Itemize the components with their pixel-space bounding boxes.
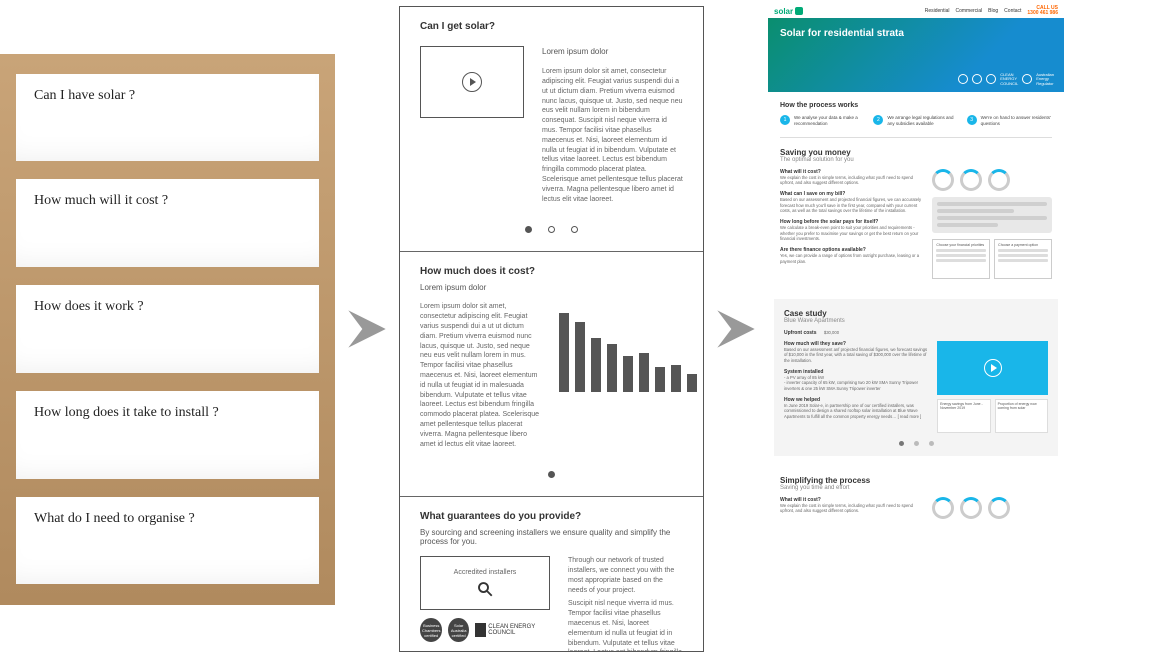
step-number: 3: [967, 115, 977, 125]
dial-icon: [988, 169, 1010, 191]
wireframe-section-cost: How much does it cost? Lorem ipsum dolor…: [400, 252, 703, 497]
carousel-dot[interactable]: [525, 226, 532, 233]
section-subtitle: Saving you time and effort: [780, 485, 1052, 491]
site-header: solar Residential Commercial Blog Contac…: [768, 4, 1064, 18]
section-body: Through our network of trusted installer…: [568, 556, 683, 652]
badge-icon: [1022, 74, 1032, 84]
website-mockup: solar Residential Commercial Blog Contac…: [768, 4, 1064, 654]
play-icon[interactable]: [462, 72, 482, 92]
arrow-right-icon: [335, 301, 399, 357]
dial-icon: [932, 169, 954, 191]
carousel-dots[interactable]: [420, 471, 683, 478]
badge-icon: [986, 74, 996, 84]
hero: Solar for residential strata CLEANENERGY…: [768, 18, 1064, 92]
nav-link[interactable]: Blog: [988, 8, 998, 14]
carousel-dot[interactable]: [571, 226, 578, 233]
badge-icon: [972, 74, 982, 84]
cert-badge: Solar Australia certified: [448, 618, 468, 642]
carousel-dot[interactable]: [548, 226, 555, 233]
carousel-dots[interactable]: [784, 441, 1048, 446]
section-title: Simplifying the process: [780, 476, 1052, 485]
section-title: Saving you money: [780, 148, 1052, 157]
dial-icon: [960, 497, 982, 519]
index-card: Can I have solar ?: [16, 74, 319, 162]
carousel-dot[interactable]: [548, 471, 555, 478]
option-panel[interactable]: Choose a payment option: [994, 239, 1052, 279]
section-subtitle: Lorem ipsum dolor: [542, 46, 683, 57]
carousel-dots[interactable]: [420, 226, 683, 233]
section-title: Case study: [784, 309, 1048, 318]
search-icon: [476, 580, 494, 598]
carousel-dot[interactable]: [914, 441, 919, 446]
video-placeholder[interactable]: [937, 341, 1048, 395]
section-subtitle: Blue Wave Apartments: [784, 318, 1048, 324]
index-cards-photo: Can I have solar ? How much will it cost…: [0, 54, 335, 605]
carousel-dot[interactable]: [899, 441, 904, 446]
section-title: How the process works: [780, 102, 1052, 109]
section-body: Lorem ipsum dolor Lorem ipsum dolor sit …: [542, 46, 683, 208]
index-card: How long does it take to install ?: [16, 391, 319, 479]
logo[interactable]: solar: [774, 7, 803, 16]
mini-chart: Energy savings from June - November 2019: [937, 399, 990, 433]
badge-text: CLEANENERGYCOUNCIL: [1000, 73, 1018, 86]
section-title: What guarantees do you provide?: [420, 511, 683, 522]
case-study-section: Case study Blue Wave Apartments Upfront …: [774, 299, 1058, 456]
hero-badges: CLEANENERGYCOUNCIL AustralianEnergyRegul…: [958, 73, 1054, 86]
carousel-dot[interactable]: [929, 441, 934, 446]
index-card: What do I need to organise ?: [16, 497, 319, 585]
nav-link[interactable]: Contact: [1004, 8, 1021, 14]
simplify-section: Simplifying the process Saving you time …: [768, 466, 1064, 535]
option-panel[interactable]: Choose your financial priorities: [932, 239, 990, 279]
nav-link[interactable]: Commercial: [955, 8, 982, 14]
hero-title: Solar for residential strata: [780, 28, 1052, 39]
process-step: 2We arrange legal regulations and any su…: [873, 115, 958, 127]
section-body: Lorem ipsum dolor sit amet, consectetur …: [420, 302, 541, 453]
wireframe-mockup: Can I get solar? Lorem ipsum dolor Lorem…: [399, 6, 704, 652]
process-step: 1We analyse your data & make a recommend…: [780, 115, 865, 127]
index-card: How does it work ?: [16, 285, 319, 373]
cert-badge: Business Chambers certified: [420, 618, 442, 642]
top-nav: Residential Commercial Blog Contact CALL…: [925, 6, 1058, 17]
process-section: How the process works 1We analyse your d…: [768, 92, 1064, 137]
badge-icon: [958, 74, 968, 84]
dial-icon: [932, 497, 954, 519]
section-subtitle: Lorem ipsum dolor: [420, 283, 683, 292]
dial-icon: [960, 169, 982, 191]
saving-section: Saving you money The optimal solution fo…: [768, 138, 1064, 289]
accredited-installers-badge: Accredited installers: [420, 556, 550, 610]
index-card: How much will it cost ?: [16, 179, 319, 267]
mini-chart: Proportion of energy now coming from sol…: [995, 399, 1048, 433]
video-placeholder[interactable]: [420, 46, 524, 118]
step-number: 2: [873, 115, 883, 125]
dial-icon: [988, 497, 1010, 519]
bar-chart: [559, 302, 697, 392]
step-number: 1: [780, 115, 790, 125]
section-lead: By sourcing and screening installers we …: [420, 528, 683, 546]
cert-logo: CLEAN ENERGY COUNCIL: [475, 623, 550, 637]
arrow-right-icon: [704, 301, 768, 357]
nav-link[interactable]: Residential: [925, 8, 950, 14]
wireframe-section-can-i-get-solar: Can I get solar? Lorem ipsum dolor Lorem…: [400, 7, 703, 252]
badge-text: AustralianEnergyRegulator: [1036, 73, 1054, 86]
saving-illustration: Choose your financial priorities Choose …: [932, 169, 1052, 279]
play-icon[interactable]: [984, 359, 1002, 377]
wireframe-section-guarantees: What guarantees do you provide? By sourc…: [400, 497, 703, 652]
call-us[interactable]: CALL US1300 461 986: [1027, 6, 1058, 17]
section-title: Can I get solar?: [420, 21, 683, 32]
section-title: How much does it cost?: [420, 266, 683, 277]
process-step: 3We're on hand to answer residents' ques…: [967, 115, 1052, 127]
section-subtitle: The optimal solution for you: [780, 157, 1052, 163]
